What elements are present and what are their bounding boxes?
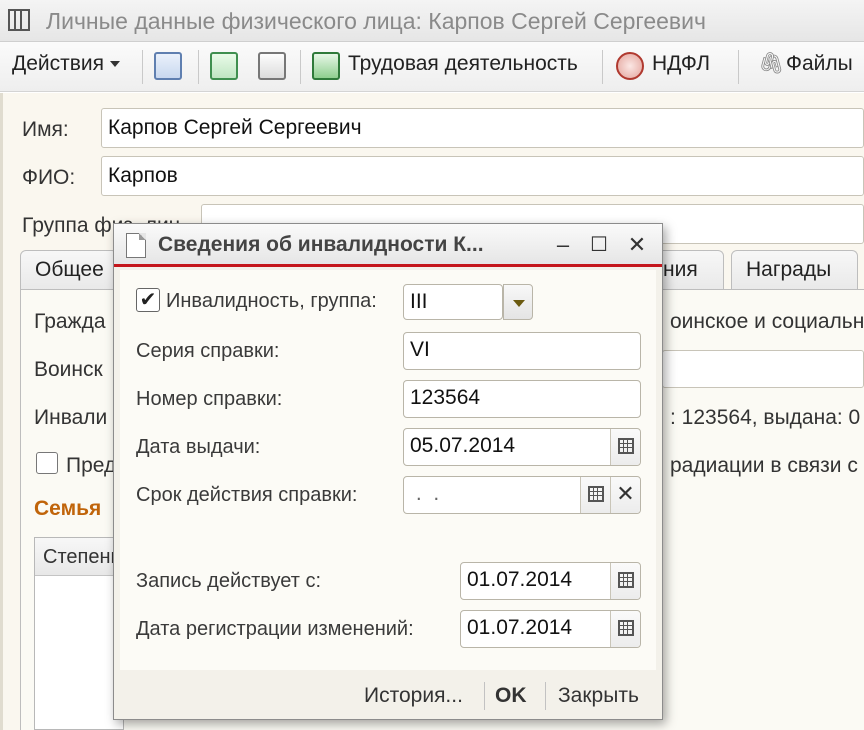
work-record-icon [312, 52, 340, 80]
close-icon[interactable]: ✕ [624, 232, 650, 258]
effective-date-label: Запись действует с: [136, 570, 321, 592]
ndfl-button[interactable]: НДФЛ [652, 52, 710, 76]
series-field[interactable]: VI [403, 332, 641, 370]
actions-menu[interactable]: Действия [12, 52, 121, 76]
dialog-title: Сведения об инвалидности К... [158, 233, 484, 256]
calendar-icon [618, 572, 634, 588]
calendar-icon [588, 486, 604, 502]
calendar-icon [618, 438, 634, 454]
chevron-down-icon [110, 61, 121, 68]
dialog-footer: История... OK Закрыть [114, 672, 662, 720]
clear-icon[interactable]: ✕ [610, 477, 640, 513]
family-table[interactable]: Степень [34, 537, 124, 730]
calendar-button[interactable] [610, 563, 640, 599]
toolbar: Действия Трудовая деятельность НДФЛ 🖇 Фа… [0, 42, 864, 92]
refresh-icon[interactable] [210, 52, 238, 80]
toolbar-separator [602, 50, 603, 84]
calendar-icon [618, 620, 634, 636]
footer-separator [484, 682, 485, 710]
toolbar-separator [300, 50, 301, 84]
work-activity-button[interactable]: Трудовая деятельность [348, 52, 578, 76]
maximize-icon[interactable]: ☐ [586, 232, 612, 258]
files-button[interactable]: Файлы [786, 52, 853, 76]
disability-checkbox[interactable]: ✔ [136, 288, 160, 312]
save-and-close-icon[interactable] [154, 52, 182, 80]
actions-label: Действия [12, 52, 105, 75]
main-window-titlebar[interactable]: Личные данные физического лица: Карпов С… [0, 0, 864, 42]
dialog-body: ✔ Инвалидность, группа: III Серия справк… [120, 270, 656, 670]
toolbar-separator [142, 50, 143, 84]
disability-group-select[interactable]: III [403, 284, 503, 320]
military-field[interactable] [662, 350, 864, 388]
military-label: Воинск [34, 358, 103, 381]
effective-date-field[interactable]: 01.07.2014 [460, 562, 641, 600]
tab-awards[interactable]: Награды [731, 250, 858, 290]
validity-label: Срок действия справки: [136, 484, 358, 506]
toolbar-separator [198, 50, 199, 84]
registration-date-value: 01.07.2014 [467, 616, 573, 639]
footer-separator [545, 682, 546, 710]
number-label: Номер справки: [136, 388, 283, 410]
tab-general[interactable]: Общее [20, 250, 118, 290]
fio-field[interactable]: Карпов [101, 156, 864, 196]
main-window-title: Личные данные физического лица: Карпов С… [46, 8, 706, 34]
calendar-button[interactable] [580, 477, 610, 513]
disability-dialog: Сведения об инвалидности К... – ☐ ✕ ✔ Ин… [113, 223, 663, 720]
calendar-button[interactable] [610, 611, 640, 647]
paperclip-icon: 🖇 [758, 52, 785, 75]
validity-field[interactable]: . . ✕ [403, 476, 641, 514]
fio-label: ФИО: [22, 166, 76, 189]
document-icon [126, 233, 146, 258]
copy-icon[interactable] [258, 52, 286, 80]
issue-date-label: Дата выдачи: [136, 436, 261, 458]
disability-summary[interactable]: : 123564, выдана: 0 [670, 406, 860, 430]
citizenship-label: Гражда [34, 310, 106, 333]
military-tail: оинское и социальн [670, 310, 864, 333]
toolbar-separator [738, 50, 739, 84]
number-field[interactable]: 123564 [403, 380, 641, 418]
name-label: Имя: [22, 118, 69, 141]
dialog-titlebar[interactable]: Сведения об инвалидности К... – ☐ ✕ [114, 224, 662, 267]
family-table-header: Степень [35, 538, 123, 576]
issue-date-field[interactable]: 05.07.2014 [403, 428, 641, 466]
table-icon [8, 9, 30, 31]
history-button[interactable]: История... [364, 684, 463, 708]
registration-date-field[interactable]: 01.07.2014 [460, 610, 641, 648]
privilege-checkbox[interactable] [36, 452, 58, 474]
ok-button[interactable]: OK [495, 684, 527, 708]
close-button[interactable]: Закрыть [558, 684, 639, 708]
privilege-label: Пред [66, 454, 117, 477]
disability-group-label: Инвалидность, группа: [166, 290, 377, 312]
registration-date-label: Дата регистрации изменений: [136, 618, 414, 640]
disability-label: Инвали [34, 406, 108, 429]
issue-date-value: 05.07.2014 [410, 434, 516, 457]
family-section-title: Семья [34, 497, 102, 520]
radiation-label: радиации в связи с [670, 454, 858, 477]
dropdown-arrow-icon[interactable] [503, 284, 533, 320]
tax-emblem-icon [616, 52, 644, 80]
validity-value: . . [410, 482, 440, 505]
effective-date-value: 01.07.2014 [467, 568, 573, 591]
series-label: Серия справки: [136, 340, 280, 362]
minimize-icon[interactable]: – [550, 232, 576, 258]
name-field[interactable]: Карпов Сергей Сергеевич [101, 108, 864, 148]
calendar-button[interactable] [610, 429, 640, 465]
